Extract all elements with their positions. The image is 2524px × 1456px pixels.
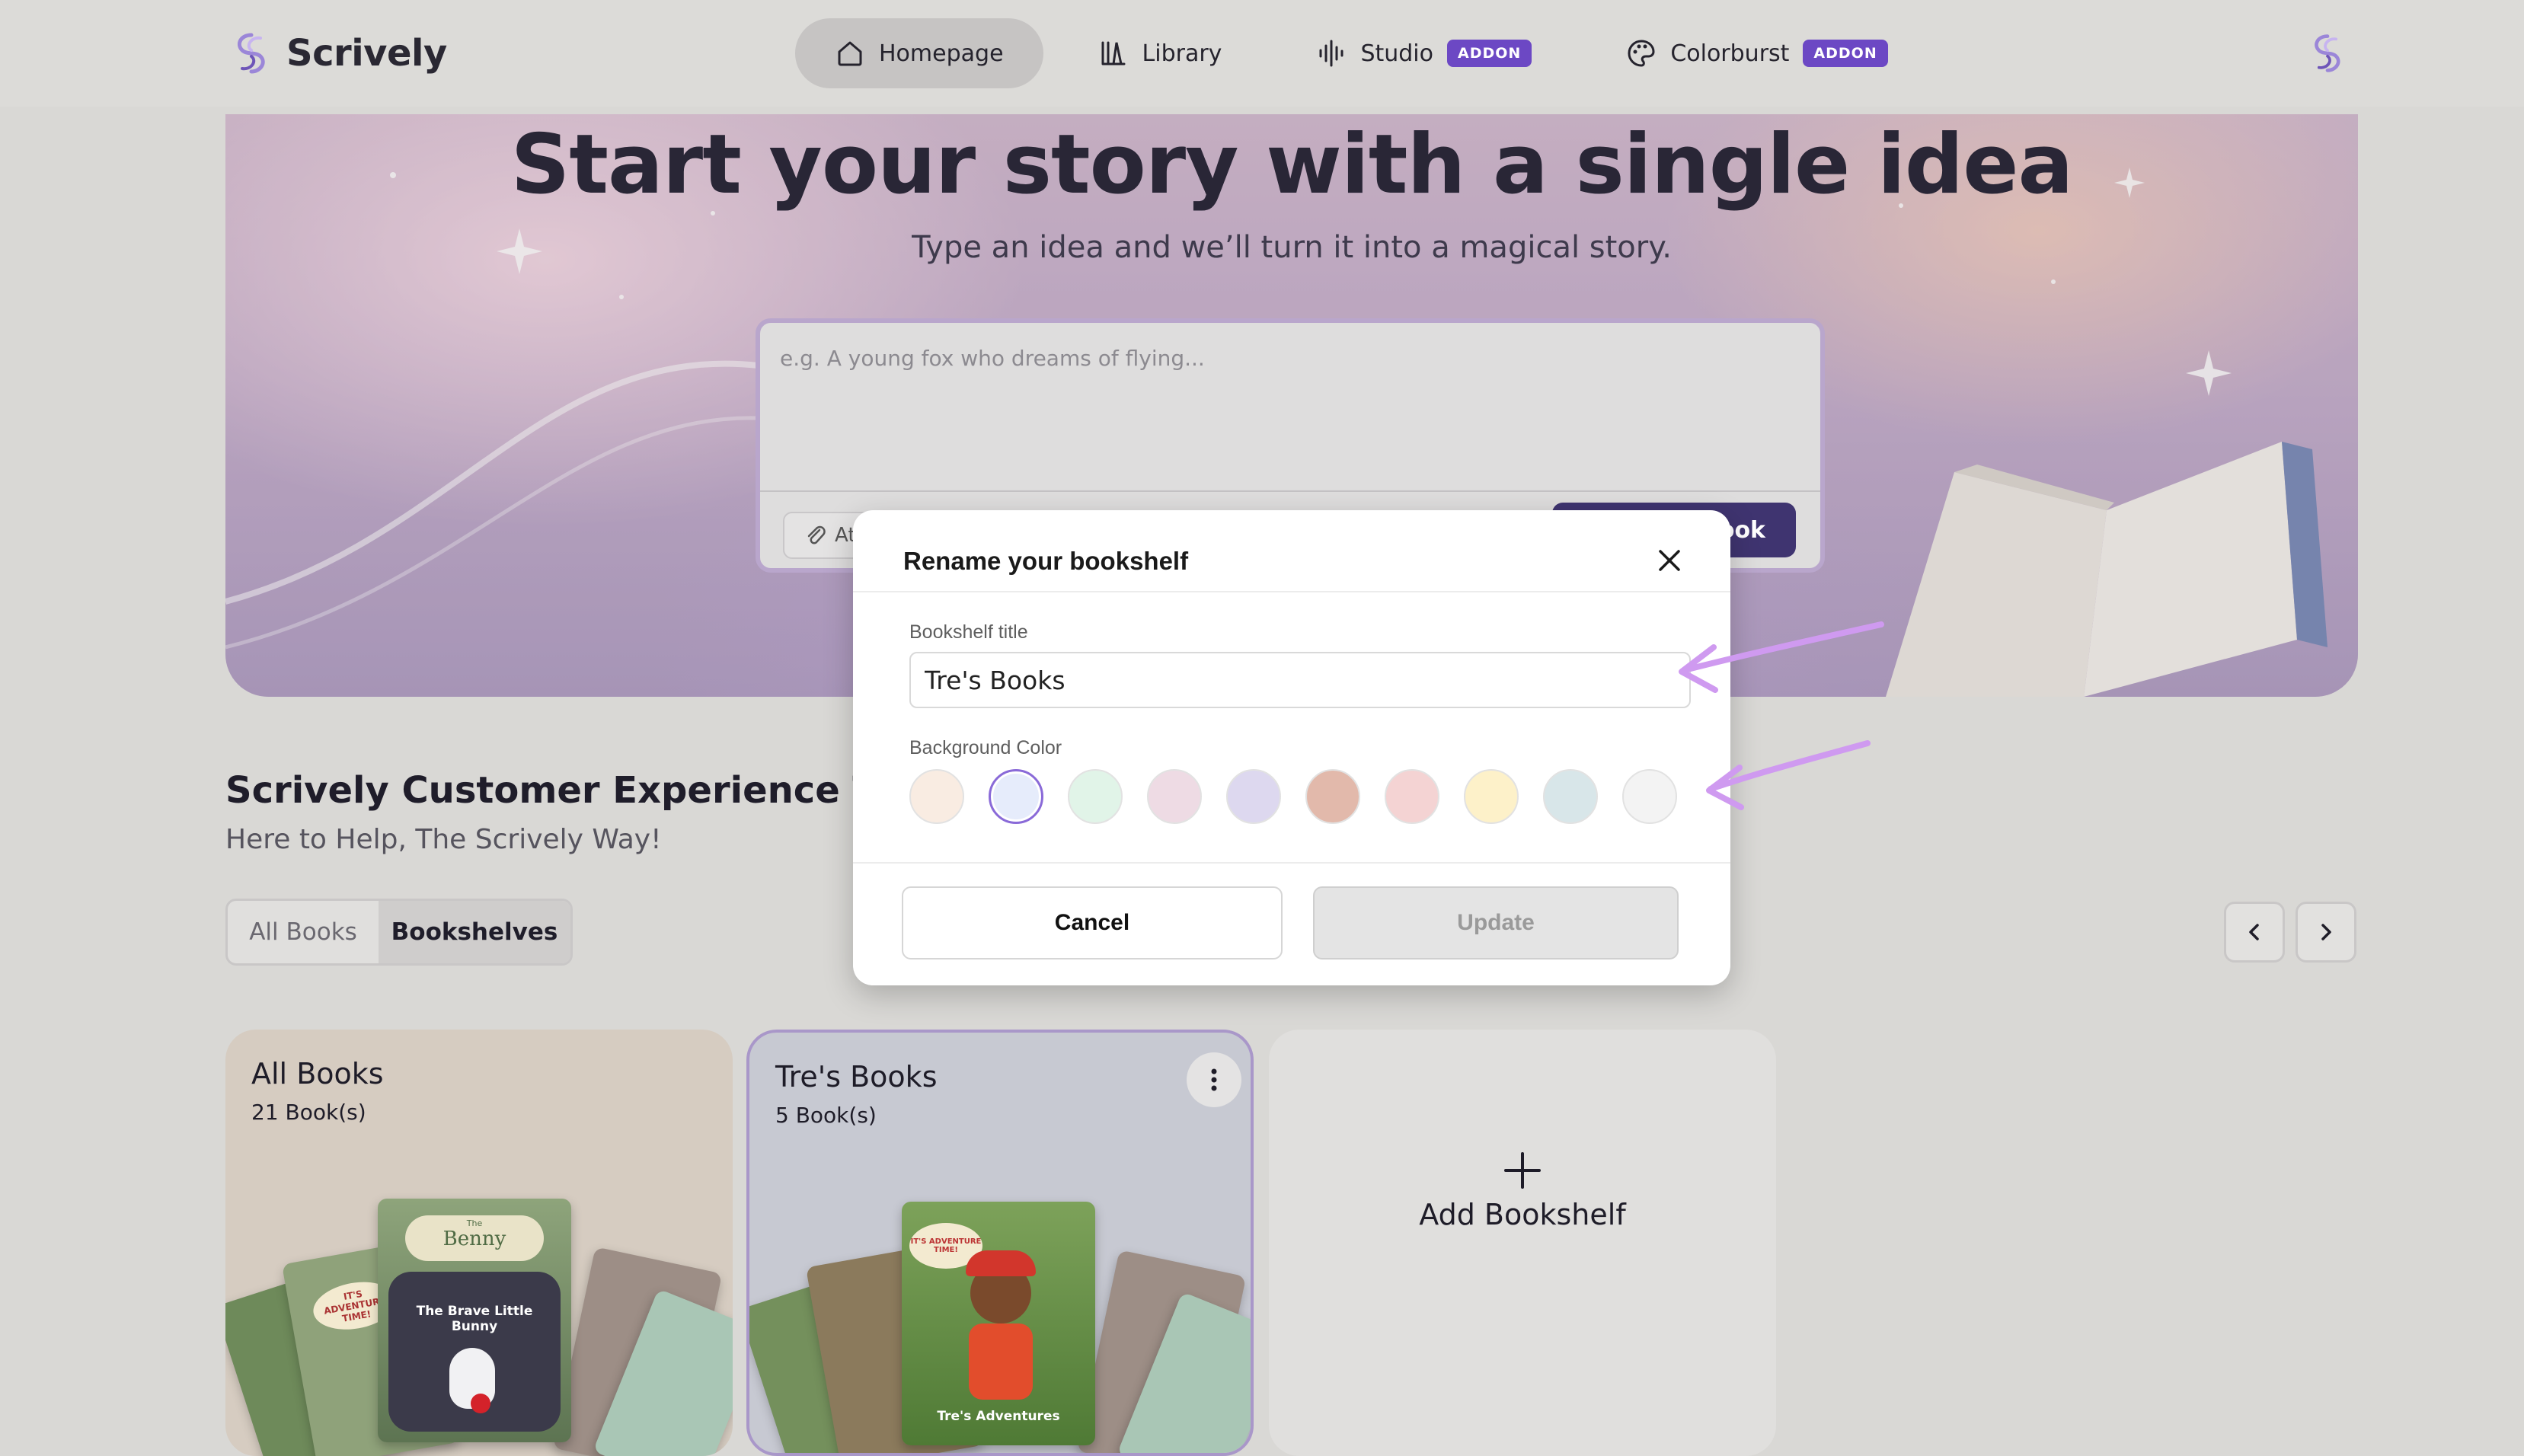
close-icon [1659, 550, 1680, 571]
color-swatch[interactable] [1068, 769, 1123, 824]
modal-title: Rename your bookshelf [903, 547, 1189, 575]
color-swatch[interactable] [1464, 769, 1519, 824]
color-swatch[interactable] [1622, 769, 1677, 824]
cancel-button[interactable]: Cancel [902, 886, 1283, 959]
color-swatch[interactable] [1543, 769, 1598, 824]
close-button[interactable] [1645, 536, 1694, 585]
color-swatch[interactable] [1147, 769, 1202, 824]
background-color-label: Background Color [909, 737, 1062, 758]
color-swatch[interactable] [989, 769, 1043, 824]
bookshelf-title-label: Bookshelf title [909, 621, 1028, 643]
rename-bookshelf-modal: Rename your bookshelf Bookshelf title Ba… [853, 510, 1730, 985]
update-button[interactable]: Update [1313, 886, 1679, 959]
color-swatch[interactable] [1226, 769, 1281, 824]
color-swatch[interactable] [909, 769, 964, 824]
color-swatch[interactable] [1305, 769, 1360, 824]
modal-divider [853, 862, 1730, 864]
color-swatch[interactable] [1385, 769, 1439, 824]
modal-divider [853, 591, 1730, 592]
bookshelf-title-input[interactable] [909, 652, 1691, 708]
